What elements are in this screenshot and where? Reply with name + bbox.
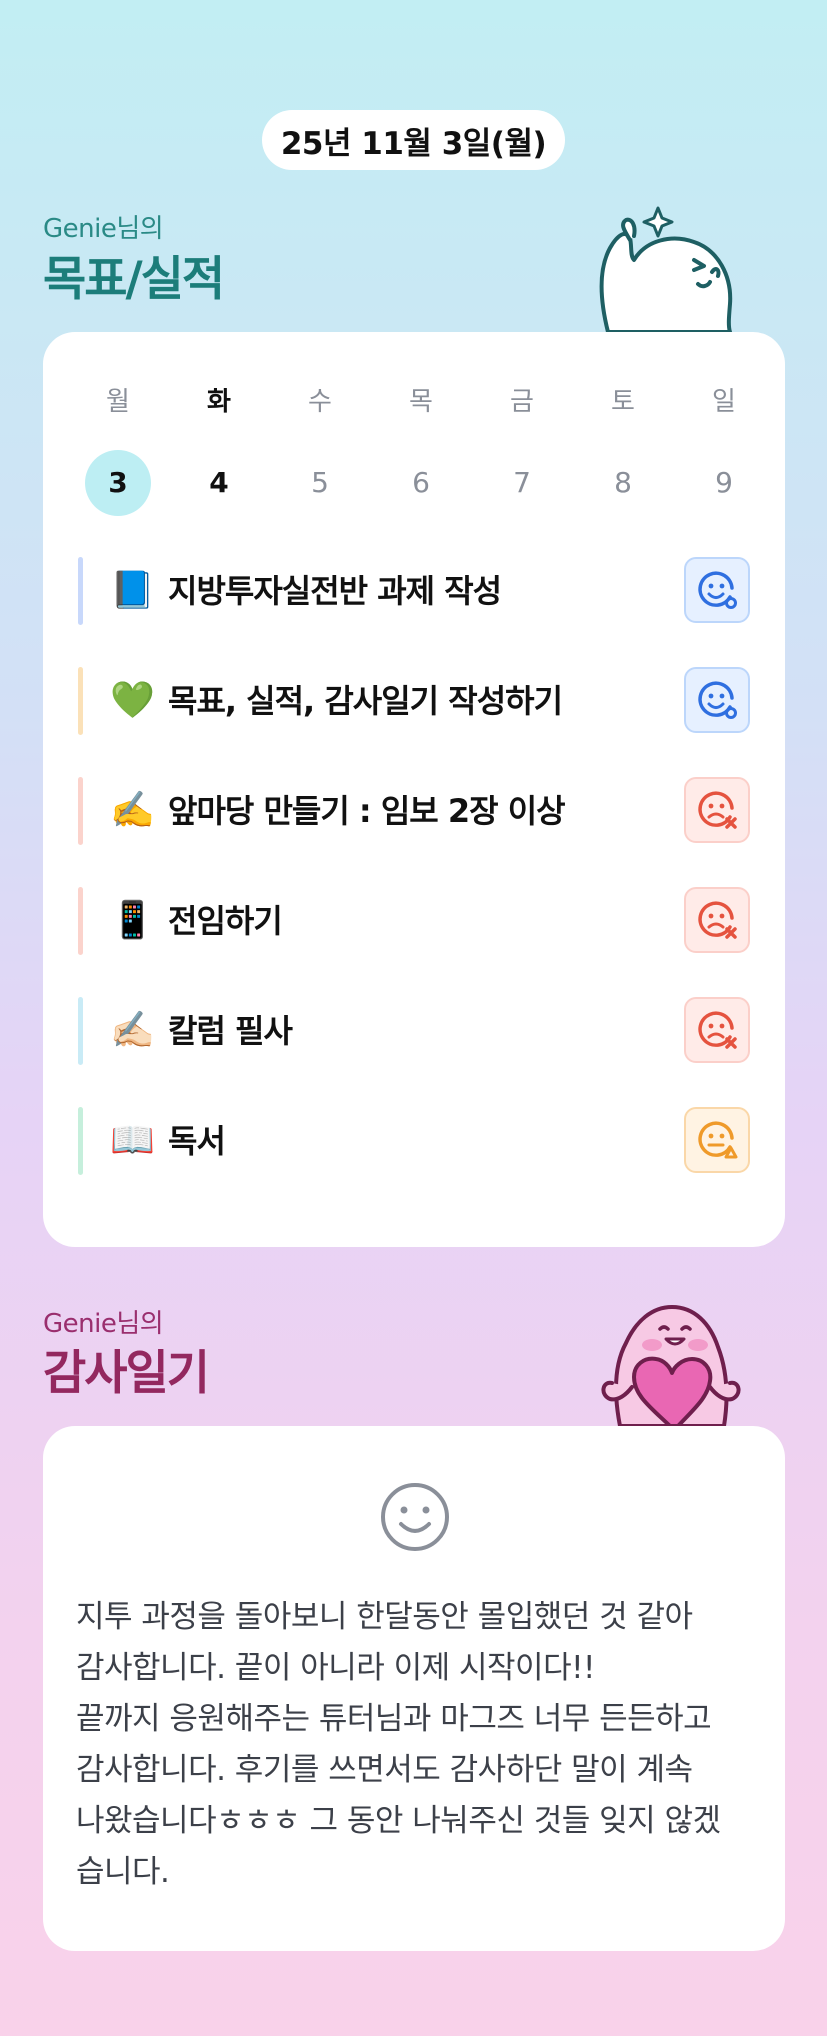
mobile-phone-icon: 📱 [110,900,155,941]
calendar-day-sat[interactable]: 토 8 [588,382,658,516]
calendar-day-wed[interactable]: 수 5 [285,382,355,516]
calendar-day-tue[interactable]: 화 4 [184,382,254,516]
status-failed-button[interactable] [684,887,750,953]
goal-text: 목표, 실적, 감사일기 작성하기 [168,682,563,720]
status-achieved-button[interactable] [684,667,750,733]
goal-text: 칼럼 필사 [168,1012,293,1050]
green-heart-icon: 💚 [110,680,155,721]
goal-color-bar [78,887,83,955]
status-failed-button[interactable] [684,777,750,843]
smile-icon [381,1483,449,1551]
smile-status-icon [698,681,737,719]
goals-card: 월 3 화 4 수 5 목 6 금 7 토 8 일 9 📘 지방투자실전반 과제… [43,332,785,1247]
week-calendar: 월 3 화 4 수 5 목 6 금 7 토 8 일 9 [43,382,785,516]
goal-item[interactable]: 📖 독서 [78,1107,750,1175]
calendar-day-thu[interactable]: 목 6 [386,382,456,516]
date-pill: 25년 11월 3일(월) [262,110,565,170]
sad-status-icon [698,901,737,939]
calendar-day-fri[interactable]: 금 7 [487,382,557,516]
goal-item[interactable]: ✍🏻 칼럼 필사 [78,997,750,1065]
goal-color-bar [78,997,83,1065]
goal-text: 지방투자실전반 과제 작성 [168,572,502,610]
goals-section-title: 목표/실적 [43,252,225,307]
goal-color-bar [78,667,83,735]
mascot-heart-icon [601,1305,741,1426]
writing-hand-icon: ✍️ [110,790,155,831]
goal-item[interactable]: ✍️ 앞마당 만들기 : 임보 2장 이상 [78,777,750,845]
diary-text: 지투 과정을 돌아보니 한달동안 몰입했던 것 같아 감사합니다. 끝이 아니라… [76,1599,721,1890]
goal-text: 독서 [168,1122,226,1160]
open-book-icon: 📖 [110,1120,155,1161]
book-icon: 📘 [110,570,155,611]
goal-color-bar [78,777,83,845]
goal-color-bar [78,1107,83,1175]
smile-status-icon [698,571,737,609]
status-failed-button[interactable] [684,997,750,1063]
goal-item[interactable]: 📱 전임하기 [78,887,750,955]
status-achieved-button[interactable] [684,557,750,623]
selected-date: 3 [85,450,151,516]
goal-text: 앞마당 만들기 : 임보 2장 이상 [168,792,566,830]
writing-hand-icon: ✍🏻 [110,1010,155,1051]
calendar-day-sun[interactable]: 일 9 [689,382,759,516]
mascot-waving-icon [599,206,733,332]
goal-item[interactable]: 📘 지방투자실전반 과제 작성 [78,557,750,625]
diary-card: 지투 과정을 돌아보니 한달동안 몰입했던 것 같아 감사합니다. 끝이 아니라… [43,1426,785,1951]
status-partial-button[interactable] [684,1107,750,1173]
goal-text: 전임하기 [168,902,283,940]
diary-section-title: 감사일기 [43,1346,210,1401]
sad-status-icon [698,1011,737,1049]
sad-status-icon [698,791,737,829]
neutral-status-icon [698,1121,738,1159]
goal-color-bar [78,557,83,625]
goal-item[interactable]: 💚 목표, 실적, 감사일기 작성하기 [78,667,750,735]
calendar-day-mon[interactable]: 월 3 [83,382,153,516]
